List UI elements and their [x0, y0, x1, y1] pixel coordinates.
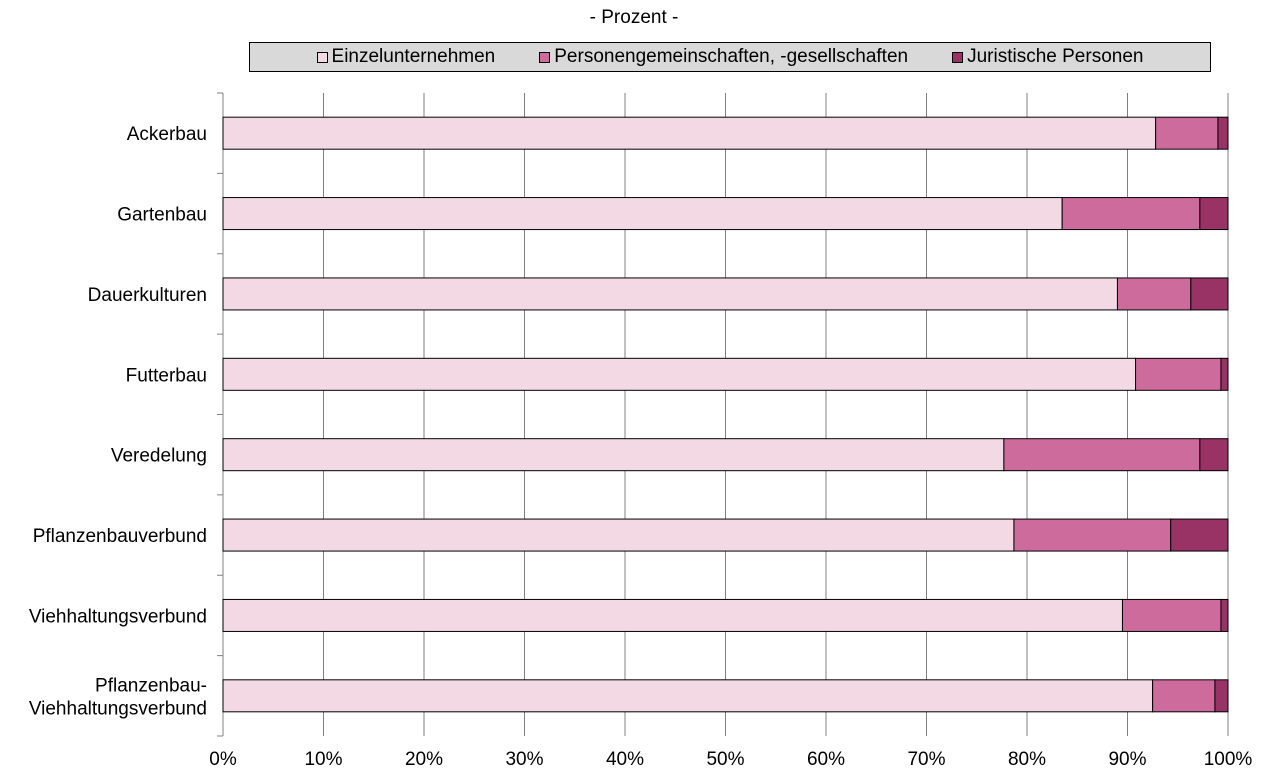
bar-segment-1	[222, 357, 1137, 391]
x-tick-label: 60%	[807, 749, 845, 770]
bar-segment-1	[222, 518, 1015, 552]
category-label: Gartenbau	[117, 205, 207, 226]
x-tick-label: 50%	[706, 749, 744, 770]
category-label: Viehhaltungsverbund	[29, 606, 207, 627]
bar-segment-1	[222, 679, 1154, 713]
category-label: Veredelung	[111, 446, 207, 467]
category-label: Ackerbau	[127, 124, 207, 145]
x-tick-label: 40%	[606, 749, 644, 770]
bar-segment-2	[1135, 357, 1222, 391]
bar-segment-2	[1003, 438, 1201, 472]
bar-segment-3	[1214, 679, 1229, 713]
x-tick-label: 80%	[1008, 749, 1046, 770]
bar-segment-2	[1152, 679, 1216, 713]
bar-segment-2	[1121, 598, 1222, 632]
x-tick-label: 70%	[907, 749, 945, 770]
bar-segment-2	[1155, 116, 1219, 150]
bar-segment-1	[222, 438, 1005, 472]
bar-segment-3	[1220, 598, 1229, 632]
x-tick-label: 90%	[1108, 749, 1146, 770]
category-label: Dauerkulturen	[88, 285, 207, 306]
bar-segment-3	[1190, 277, 1229, 311]
bar-segment-3	[1199, 438, 1229, 472]
stacked-bar-chart: 0% 10% 20% 30% 40% 50% 60% 70% 80% 90% 100% Ackerba…	[29, 92, 1253, 770]
x-tick-label: 100%	[1204, 749, 1253, 770]
bar-segment-3	[1217, 116, 1229, 150]
category-label: Futterbau	[126, 365, 207, 386]
bar-segment-2	[1116, 277, 1192, 311]
bar-segment-2	[1013, 518, 1172, 552]
category-label: Pflanzenbauverbund	[33, 526, 207, 547]
bar-segment-3	[1170, 518, 1229, 552]
category-label: Pflanzenbau-	[95, 675, 207, 696]
x-tick-label: 10%	[304, 749, 342, 770]
x-tick-label: 30%	[505, 749, 543, 770]
bar-segment-3	[1220, 357, 1229, 391]
bar-segment-1	[222, 197, 1063, 231]
bar-segment-1	[222, 277, 1118, 311]
bar-segment-1	[222, 598, 1123, 632]
bar-segment-2	[1061, 197, 1201, 231]
x-tick-label: 0%	[209, 749, 237, 770]
bar-segment-1	[222, 116, 1157, 150]
category-label: Viehhaltungsverbund	[29, 698, 207, 719]
bar-segment-3	[1199, 197, 1229, 231]
x-tick-label: 20%	[405, 749, 443, 770]
